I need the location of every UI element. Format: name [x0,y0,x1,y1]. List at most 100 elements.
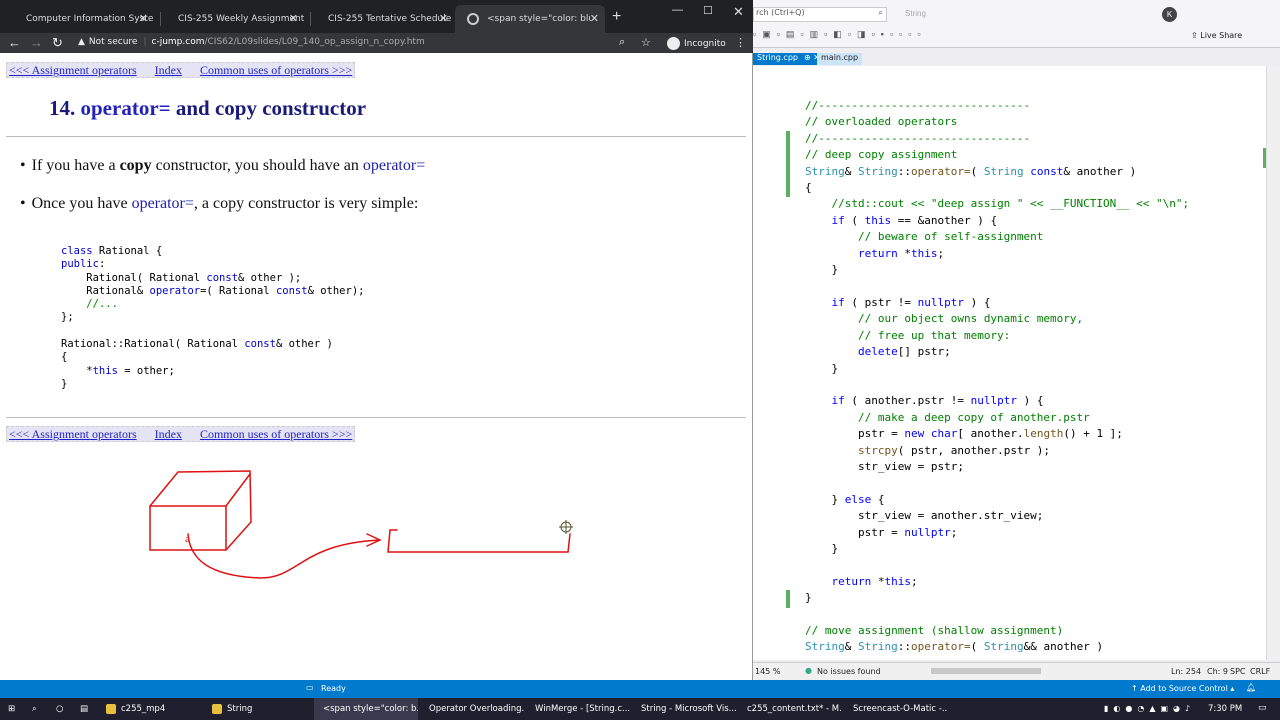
taskbar-item[interactable]: String [208,698,312,720]
tab-title: <span style="color: blue">op [487,14,591,24]
menu-icon[interactable]: ⋮ [735,36,746,49]
windows-taskbar: ⊞ ⌕ ○ ▤ c255_mp4 String <span style="col… [0,698,1280,720]
start-icon[interactable]: ⊞ [4,698,26,720]
url-path: /CIS62/L09slides/L09_140_op_assign_n_cop… [204,37,425,47]
zoom-level[interactable]: 145 % [755,667,780,676]
incognito-indicator[interactable]: Incognito [667,37,726,50]
title-rest: and copy constructor [170,96,367,120]
status-icon: ▭ [306,683,314,692]
taskbar-item[interactable]: Screencast-O-Matic -... [844,698,948,720]
slide-nav-bottom: <<< Assignment operators Index Common us… [6,426,356,442]
tab-weekly-assignments[interactable]: CIS-255 Weekly Assignments ✕ [166,5,304,33]
close-icon[interactable]: ✕ [590,12,599,25]
code-content: //-------------------------------- // ov… [805,99,1190,654]
tab-title: Computer Information System [26,14,154,24]
warning-icon: ▲ [78,37,85,47]
add-source-control-button[interactable]: ↑ Add to Source Control ▴ [1131,684,1234,693]
live-share-button[interactable]: ⇪ Live Share [1191,31,1242,40]
visual-studio-window: rch (Ctrl+Q) ⌕ String K ⇪ Live Share ▫▣▫▤… [753,0,1280,680]
notifications-icon[interactable]: ▭ [1258,703,1267,713]
vs-toolbar-icons[interactable]: ▫▣▫▤▫▥▫◧▫◨▫▪▫▫▫▫ [753,29,927,40]
taskbar-item[interactable]: WinMerge - [String.c... [526,698,630,720]
address-bar[interactable]: ▲ Not secure | c-jump.com/CIS62/L09slides/L… [78,37,425,47]
close-icon[interactable]: ✕ [139,12,148,25]
taskbar-item[interactable]: c255_mp4 [102,698,206,720]
slide-page: <<< Assignment operators Index Common us… [0,54,752,680]
pen-cursor-icon [559,520,573,534]
column-number: Ch: 9 [1207,667,1228,676]
drawing-label: a [185,533,190,545]
incognito-label: Incognito [684,39,726,49]
browser-window: Computer Information System ✕ CIS-255 Wee… [0,0,753,680]
cube-outline [149,470,252,551]
close-icon[interactable]: ✕ [289,12,298,25]
whitespace-mode[interactable]: SPC [1230,667,1246,676]
tab-computer-information[interactable]: Computer Information System ✕ [14,5,154,33]
issues-status[interactable]: No issues found [817,667,881,676]
prev-link[interactable]: <<< Assignment operators [7,427,139,441]
avatar[interactable]: K [1162,7,1177,22]
close-window-icon[interactable]: ✕ [733,4,744,20]
divider [6,136,746,137]
cube-edge [149,473,251,507]
tab-strip: Computer Information System ✕ CIS-255 Wee… [0,0,753,33]
forward-icon[interactable]: → [30,35,43,50]
clock[interactable]: 7:30 PM [1208,704,1242,714]
next-link[interactable]: Common uses of operators >>> [198,63,354,77]
star-icon[interactable]: ☆ [641,36,651,49]
check-icon: ● [805,666,812,675]
store-icon[interactable]: ▤ [76,698,98,720]
minimize-icon[interactable]: — [672,4,683,16]
folder-icon [212,704,222,714]
taskbar-item[interactable]: Operator Overloading... [420,698,524,720]
share-icon: ⇪ [1191,31,1201,40]
divider [6,417,746,418]
maximize-icon[interactable]: ☐ [703,4,713,17]
line-number: Ln: 254 [1171,667,1202,676]
task-view-icon[interactable]: ○ [52,698,74,720]
tab-main-cpp[interactable]: main.cpp [817,53,863,65]
new-tab-button[interactable]: + [612,8,621,26]
title-number: 14. [49,96,81,120]
index-link[interactable]: Index [153,427,184,441]
close-icon[interactable]: ✕ [439,12,448,25]
ready-status: Ready [321,684,346,693]
bullet-1: • If you have a copy constructor, you sho… [20,157,426,174]
tab-current[interactable]: <span style="color: blue">op✕ [455,5,605,33]
taskbar-item[interactable]: String - Microsoft Vis... [632,698,736,720]
pointer-box [387,529,571,553]
vs-status-bar: ▭ Ready ↑ Add to Source Control ▴ 🔔︎ [0,680,1280,698]
line-endings[interactable]: CRLF [1250,667,1270,676]
bullet-2: • Once you have operator=, a copy constru… [20,195,419,212]
not-secure-label: Not secure [88,37,138,47]
taskbar-item[interactable]: <span style="color: b... [314,698,418,720]
pen-drawing: a [149,470,573,579]
reload-icon[interactable]: ↻ [52,35,63,51]
tab-title: CIS-255 Weekly Assignments [178,14,304,24]
folder-icon [106,704,116,714]
notification-icon[interactable]: 🔔︎ [1246,683,1256,692]
search-icon[interactable]: ⌕ [28,698,50,720]
back-icon[interactable]: ← [8,35,21,50]
next-link[interactable]: Common uses of operators >>> [198,427,354,441]
search-icon: ⌕ [878,8,883,17]
vs-search-input[interactable]: rch (Ctrl+Q) ⌕ [753,7,887,22]
incognito-icon [667,37,680,50]
horizontal-scrollbar[interactable] [931,668,1041,674]
tray-icons[interactable]: ▮◐●◔▲▣◕♪ [1104,704,1195,713]
index-link[interactable]: Index [153,63,184,77]
taskbar-item[interactable]: c255_content.txt* - M... [738,698,842,720]
prev-link[interactable]: <<< Assignment operators [7,63,139,77]
zoom-icon[interactable]: ⌕ [619,36,625,49]
globe-icon [467,13,479,25]
slide-title: 14. operator= and copy constructor [49,96,366,121]
vs-toolbar: rch (Ctrl+Q) ⌕ String K ⇪ Live Share ▫▣▫▤… [753,0,1280,48]
slide-nav-top: <<< Assignment operators Index Common us… [6,62,356,78]
tab-string-cpp[interactable]: String.cpp ⊕ ✕ [753,53,824,65]
toolbar: ← → ↻ ▲ Not secure | c-jump.com/CIS62/L09sl… [0,33,753,53]
tab-tentative-schedule[interactable]: CIS-255 Tentative Schedule ✕ [316,5,454,33]
code-listing: class Rational { public: Rational( Ratio… [61,245,365,390]
vertical-scrollbar[interactable] [1266,66,1280,660]
title-keyword: operator= [80,96,171,120]
tab-title: CIS-255 Tentative Schedule [328,14,452,24]
